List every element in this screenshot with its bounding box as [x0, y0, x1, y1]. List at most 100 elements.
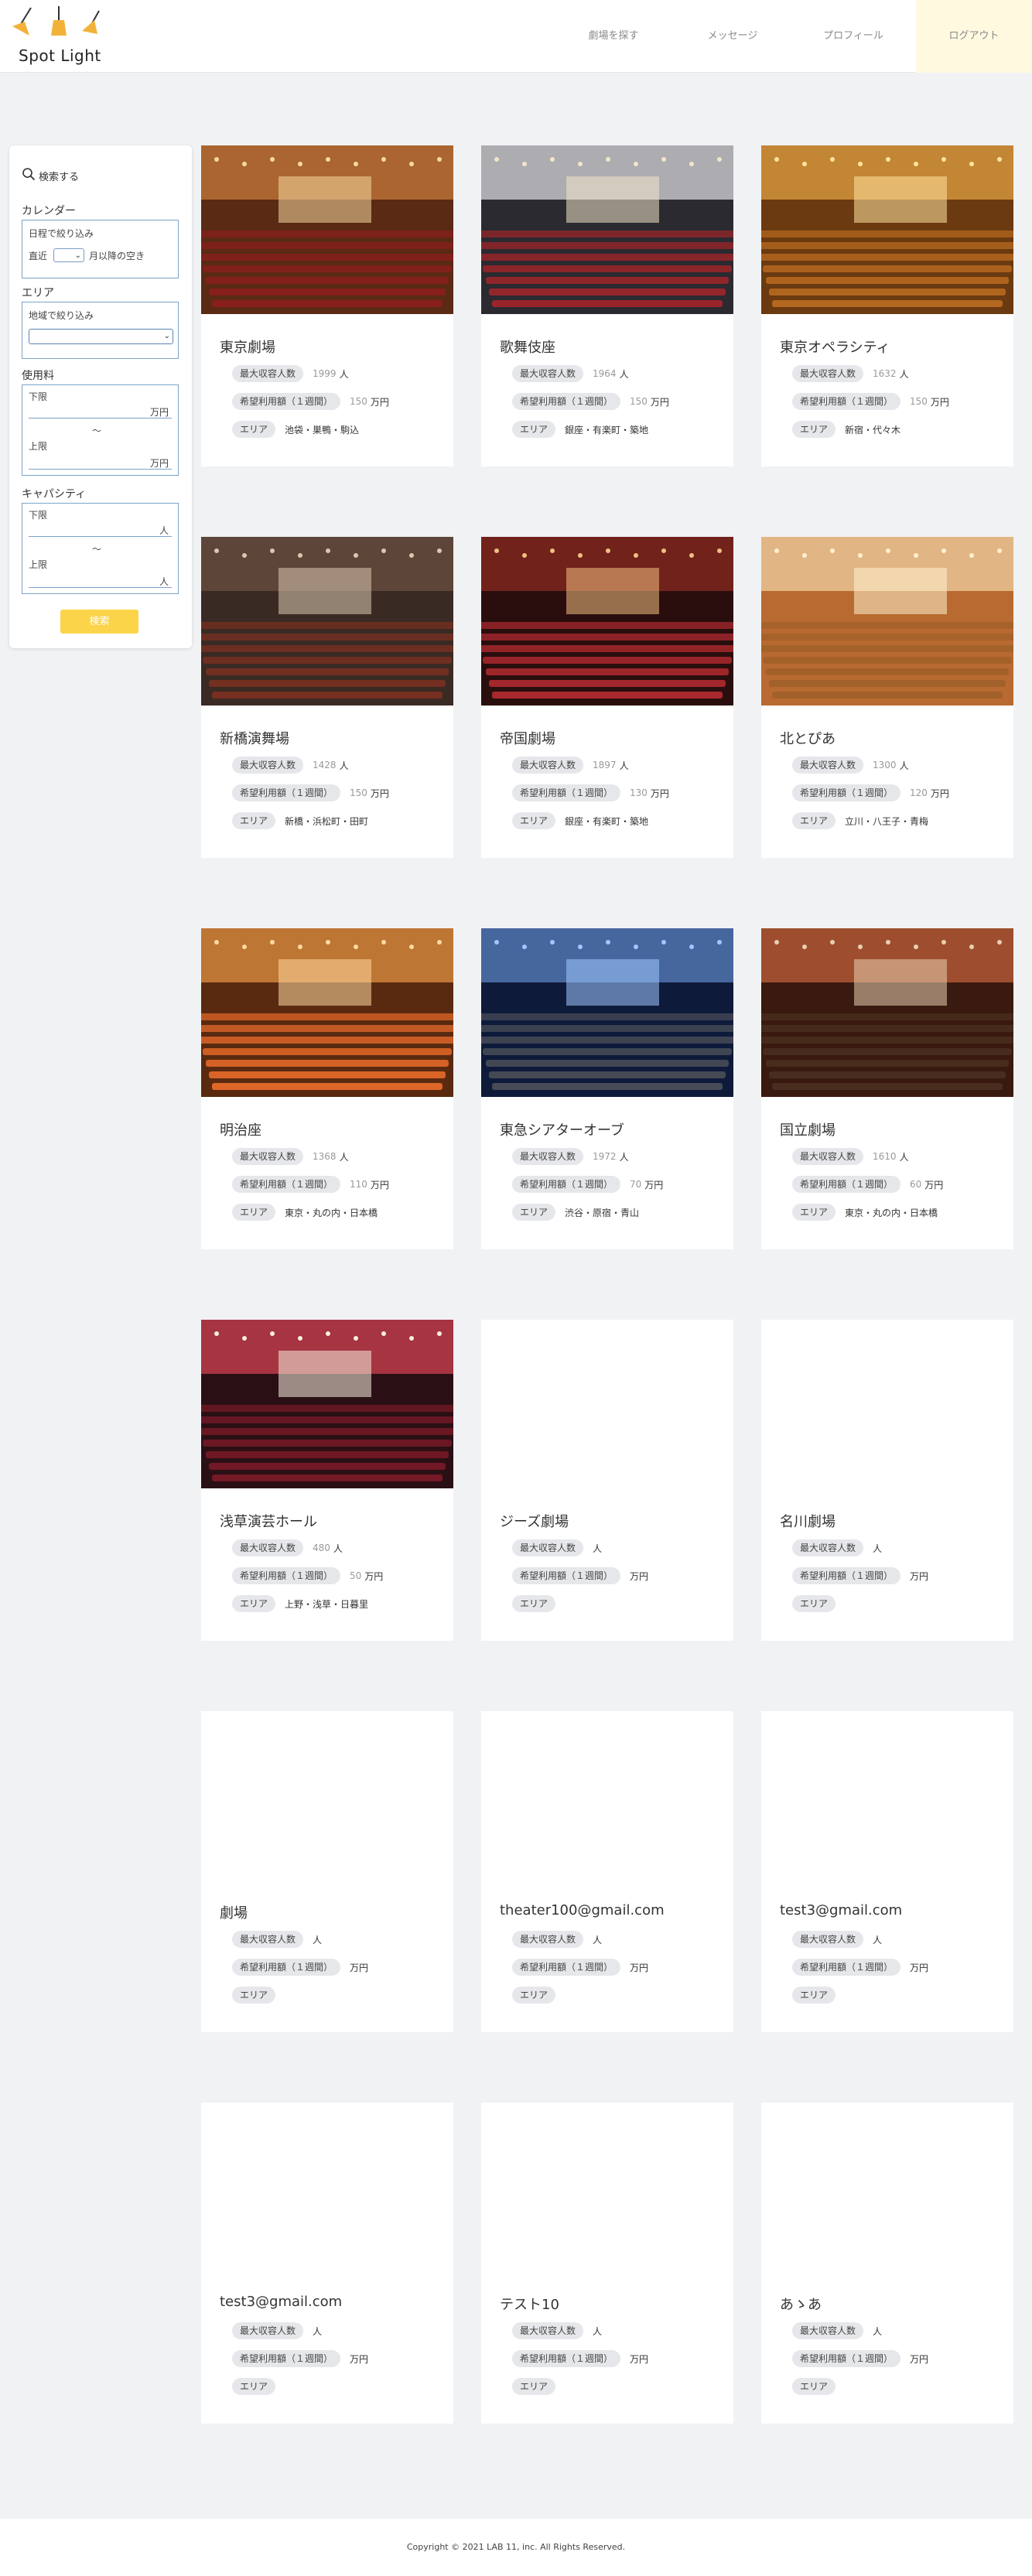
- area-row: エリア: [232, 2378, 285, 2395]
- theater-card[interactable]: テスト10 最大収容人数人希望利用額（１週間） 万円 エリア: [481, 2103, 733, 2424]
- fee-tag: 希望利用額（１週間）: [232, 393, 341, 410]
- theater-card[interactable]: 劇場 最大収容人数人希望利用額（１週間） 万円 エリア: [201, 1711, 453, 2032]
- theater-image[interactable]: [201, 928, 453, 1097]
- theater-image[interactable]: [481, 2103, 733, 2271]
- theater-name[interactable]: 名川劇場: [780, 1511, 836, 1531]
- capacity-value: 1428: [313, 760, 337, 770]
- theater-name[interactable]: 明治座: [220, 1119, 261, 1139]
- theater-image[interactable]: [761, 1320, 1013, 1488]
- fee-row: 希望利用額（１週間） 150 万円: [232, 393, 389, 410]
- theater-name[interactable]: ジーズ劇場: [500, 1511, 569, 1531]
- theater-name[interactable]: 東京オペラシティ: [780, 337, 890, 357]
- capacity-filter-box: 下限 人 〜 上限 人: [22, 503, 179, 594]
- area-row: エリア 銀座・有楽町・築地: [512, 812, 648, 829]
- theater-card[interactable]: 新橋演舞場 最大収容人数 1428 人希望利用額（１週間） 150 万円 エリア 新橋・浜松町…: [201, 537, 453, 858]
- area-value: 渋谷・原宿・青山: [565, 1207, 640, 1218]
- fee-upper-input[interactable]: [29, 469, 172, 470]
- footer: Copyright © 2021 LAB 11, inc. All Rights…: [0, 2519, 1032, 2576]
- theater-card[interactable]: test3@gmail.com 最大収容人数人希望利用額（１週間） 万円 エリア: [201, 2103, 453, 2424]
- capacity-lower-input[interactable]: [29, 536, 172, 537]
- theater-image[interactable]: [481, 928, 733, 1097]
- theater-card[interactable]: 歌舞伎座 最大収容人数 1964 人希望利用額（１週間） 150 万円 エリア 銀座・有楽町・…: [481, 145, 733, 466]
- area-select[interactable]: ⌄: [29, 329, 173, 344]
- fee-tag: 希望利用額（１週間）: [792, 393, 901, 410]
- area-row: エリア: [512, 1595, 565, 1612]
- capacity-unit: 人: [339, 760, 349, 771]
- fee-tag: 希望利用額（１週間）: [792, 1176, 901, 1193]
- theater-card[interactable]: 東急シアターオーブ 最大収容人数 1972 人希望利用額（１週間） 70 万円 エリア 渋谷・…: [481, 928, 733, 1249]
- theater-card[interactable]: 東京オペラシティ 最大収容人数 1632 人希望利用額（１週間） 150 万円 エリア 新宿・…: [761, 145, 1013, 466]
- theater-card[interactable]: 北とぴあ 最大収容人数 1300 人希望利用額（１週間） 120 万円 エリア 立川・八王子・…: [761, 537, 1013, 858]
- theater-image[interactable]: [201, 2103, 453, 2271]
- nav-messages[interactable]: メッセージ: [682, 0, 783, 73]
- theater-card[interactable]: 名川劇場 最大収容人数人希望利用額（１週間） 万円 エリア: [761, 1320, 1013, 1641]
- theater-card[interactable]: theater100@gmail.com 最大収容人数人希望利用額（１週間） 万円エ…: [481, 1711, 733, 2032]
- area-tag: エリア: [792, 812, 836, 829]
- theater-image[interactable]: [201, 1711, 453, 1880]
- theater-name[interactable]: theater100@gmail.com: [500, 1902, 665, 1918]
- fee-value: 150: [350, 396, 367, 407]
- theater-image[interactable]: [761, 1711, 1013, 1880]
- spot-light-logo[interactable]: Spot Light: [8, 5, 116, 68]
- theater-image[interactable]: [201, 1320, 453, 1488]
- theater-name[interactable]: 東京劇場: [220, 337, 275, 357]
- theater-image[interactable]: [761, 537, 1013, 705]
- theater-image[interactable]: [761, 145, 1013, 314]
- theater-card[interactable]: 国立劇場 最大収容人数 1610 人希望利用額（１週間） 60 万円 エリア 東京・丸の内・日…: [761, 928, 1013, 1249]
- search-button[interactable]: 検索: [60, 610, 138, 634]
- theater-image[interactable]: [481, 1320, 733, 1488]
- theater-card[interactable]: 帝国劇場 最大収容人数 1897 人希望利用額（１週間） 130 万円 エリア 銀座・有楽町・…: [481, 537, 733, 858]
- capacity-unit: 人: [899, 368, 909, 380]
- theater-image[interactable]: [481, 1711, 733, 1880]
- nav-find-theater[interactable]: 劇場を探す: [563, 0, 664, 73]
- nav-profile[interactable]: プロフィール: [803, 0, 904, 73]
- theater-name[interactable]: 北とぴあ: [780, 728, 836, 748]
- theater-name[interactable]: test3@gmail.com: [220, 2294, 342, 2310]
- area-heading: エリア: [22, 287, 54, 299]
- fee-row: 希望利用額（１週間） 70 万円: [512, 1176, 663, 1193]
- theater-card[interactable]: 明治座 最大収容人数 1368 人希望利用額（１週間） 110 万円 エリア 東京・丸の内・日…: [201, 928, 453, 1249]
- calendar-filter-label: 日程で絞り込み: [29, 228, 94, 239]
- theater-name[interactable]: 浅草演芸ホール: [220, 1511, 317, 1531]
- nav-logout[interactable]: ログアウト: [916, 0, 1032, 73]
- theater-name[interactable]: 東急シアターオーブ: [500, 1119, 624, 1139]
- theater-name[interactable]: test3@gmail.com: [780, 1902, 902, 1918]
- area-tag: エリア: [512, 1595, 556, 1612]
- theater-card[interactable]: test3@gmail.com 最大収容人数人希望利用額（１週間） 万円 エリア: [761, 1711, 1013, 2032]
- area-value: 銀座・有楽町・築地: [565, 424, 649, 436]
- theater-name[interactable]: 歌舞伎座: [500, 337, 555, 357]
- area-value: 東京・丸の内・日本橋: [845, 1207, 938, 1218]
- capacity-upper-label: 上限: [29, 559, 48, 570]
- theater-card[interactable]: ジーズ劇場 最大収容人数人希望利用額（１週間） 万円 エリア: [481, 1320, 733, 1641]
- month-select[interactable]: ⌄: [53, 248, 84, 262]
- search-icon: [22, 168, 36, 181]
- theater-card[interactable]: 東京劇場 最大収容人数 1999 人希望利用額（１週間） 150 万円 エリア 池袋・巣鴨・駒…: [201, 145, 453, 466]
- theater-card[interactable]: あゝあ 最大収容人数人希望利用額（１週間） 万円 エリア: [761, 2103, 1013, 2424]
- theater-name[interactable]: 新橋演舞場: [220, 728, 289, 748]
- fee-unit: 万円: [924, 1179, 944, 1191]
- theater-name[interactable]: 帝国劇場: [500, 728, 555, 748]
- theater-name[interactable]: 国立劇場: [780, 1119, 836, 1139]
- capacity-value: 480: [313, 1543, 330, 1553]
- area-value: 立川・八王子・青梅: [845, 815, 929, 827]
- theater-photo: [761, 537, 1013, 705]
- theater-image[interactable]: [761, 2103, 1013, 2271]
- fee-row: 希望利用額（１週間） 万円: [512, 1567, 648, 1584]
- theater-card[interactable]: 浅草演芸ホール 最大収容人数 480 人希望利用額（１週間） 50 万円 エリア 上野・浅草・…: [201, 1320, 453, 1641]
- theater-image[interactable]: [761, 928, 1013, 1097]
- calendar-recent-label: 直近: [29, 251, 48, 261]
- capacity-upper-input[interactable]: [29, 587, 172, 588]
- area-row: エリア 上野・浅草・日暮里: [232, 1595, 368, 1612]
- fee-tag: 希望利用額（１週間）: [792, 2350, 901, 2367]
- theater-image[interactable]: [201, 537, 453, 705]
- theater-image[interactable]: [201, 145, 453, 314]
- capacity-lower-unit: 人: [159, 525, 169, 536]
- theater-name[interactable]: 劇場: [220, 1902, 248, 1922]
- theater-name[interactable]: あゝあ: [780, 2294, 822, 2314]
- capacity-value: 1632: [873, 368, 897, 379]
- search-sidebar: 検索する カレンダー 日程で絞り込み 直近 ⌄ 月以降の空き エリア 地域で絞り…: [9, 145, 192, 648]
- fee-lower-input[interactable]: [29, 418, 172, 419]
- theater-image[interactable]: [481, 537, 733, 705]
- theater-name[interactable]: テスト10: [500, 2294, 559, 2314]
- theater-image[interactable]: [481, 145, 733, 314]
